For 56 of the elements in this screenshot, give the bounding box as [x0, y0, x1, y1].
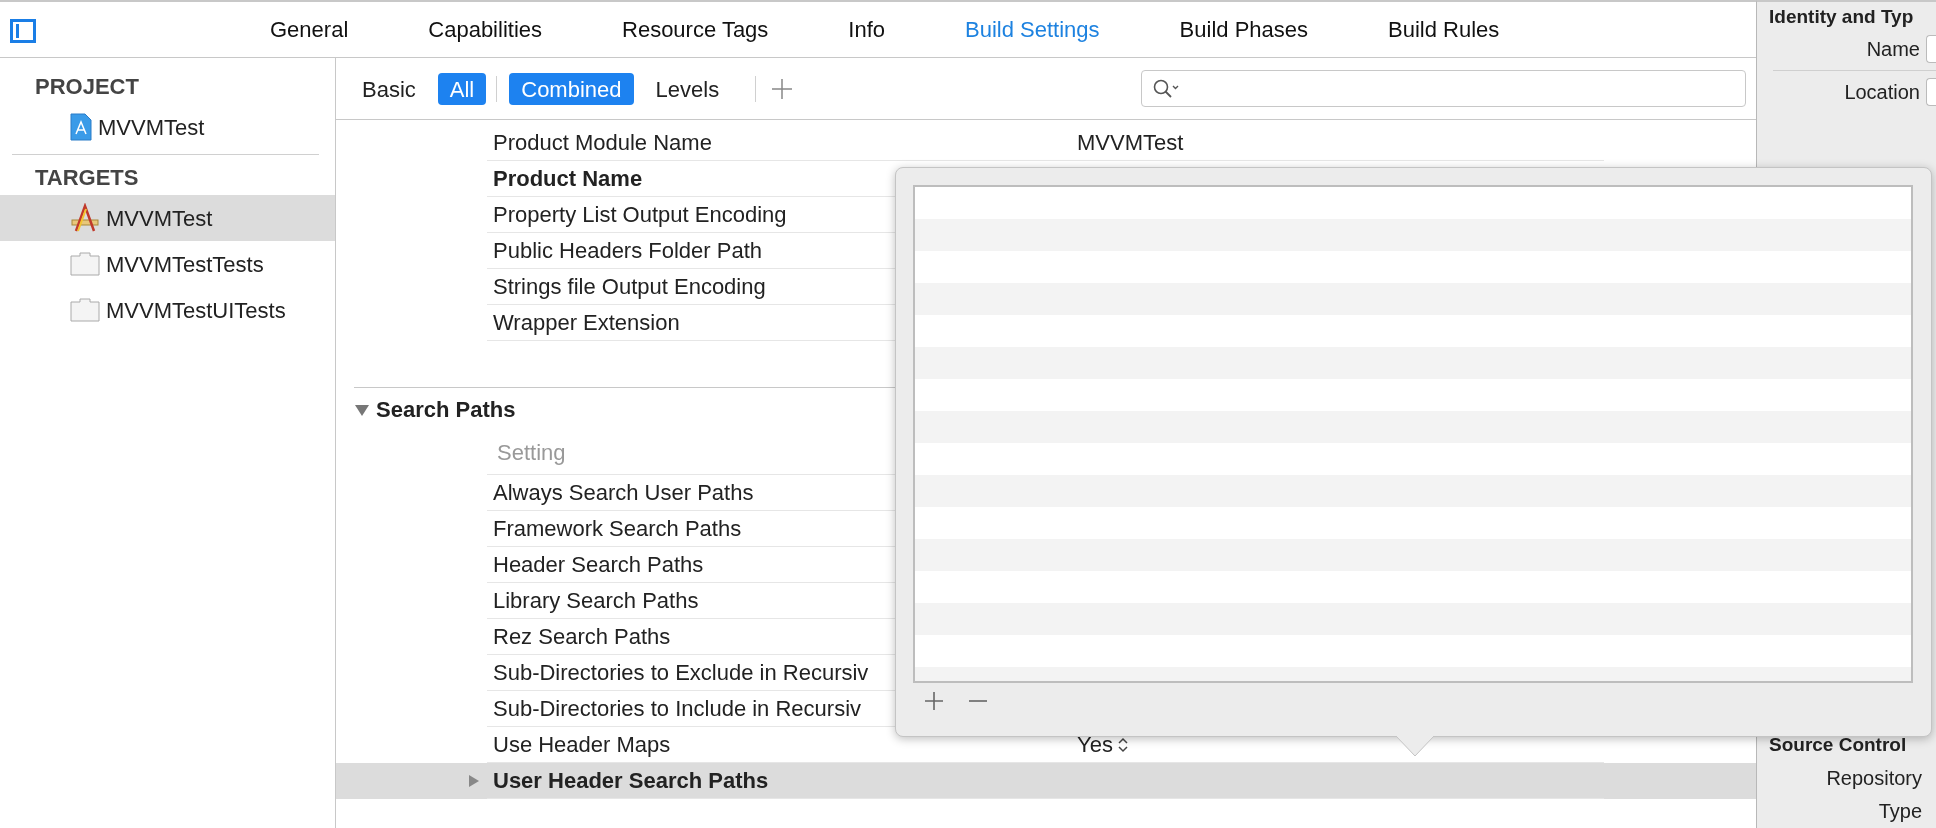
setting-name: Use Header Maps	[493, 731, 671, 759]
column-header: Setting	[497, 439, 566, 467]
tab[interactable]: Build Rules	[1388, 13, 1500, 46]
setting-name: User Header Search Paths	[493, 767, 769, 795]
setting-name: Framework Search Paths	[493, 515, 742, 543]
filter-button[interactable]: All	[437, 72, 487, 105]
section-title: Search Paths	[376, 396, 516, 424]
navigator-item[interactable]: MVVMTestUITests	[0, 287, 335, 333]
setting-name: Always Search User Paths	[493, 479, 754, 507]
tab[interactable]: Capabilities	[428, 13, 542, 46]
navigator-item[interactable]: MVVMTest	[0, 104, 335, 150]
navigator-item[interactable]: MVVMTest	[0, 195, 335, 241]
setting-name: Product Name	[493, 165, 643, 193]
section-header: PROJECT	[34, 72, 140, 101]
inspector-section-title: Identity and Typ	[1768, 5, 1915, 29]
add-icon[interactable]	[923, 690, 945, 712]
disclosure-triangle-icon[interactable]	[467, 774, 481, 788]
setting-name: Header Search Paths	[493, 551, 704, 579]
bundle-icon	[70, 252, 100, 276]
sidebar-toggle-icon[interactable]	[10, 19, 36, 43]
setting-name: Product Module Name	[493, 129, 712, 157]
setting-name: Rez Search Paths	[493, 623, 671, 651]
filter-button[interactable]: Combined	[509, 72, 634, 105]
field-label: Repository	[1826, 765, 1922, 791]
tab[interactable]: Build Settings	[965, 13, 1100, 46]
field-label: Location	[1844, 79, 1920, 105]
field-label: Name	[1866, 37, 1920, 63]
stepper-icon	[1116, 736, 1129, 753]
disclosure-triangle-icon[interactable]	[354, 402, 370, 417]
tab[interactable]: General	[270, 13, 349, 46]
setting-name: Wrapper Extension	[493, 309, 680, 337]
setting-name: Strings file Output Encoding	[493, 273, 766, 301]
bundle-icon	[70, 298, 100, 322]
setting-row[interactable]: User Header Search Paths	[336, 763, 1756, 799]
field-label: Type	[1878, 799, 1922, 825]
tab[interactable]: Info	[848, 13, 886, 46]
tab[interactable]: Build Phases	[1179, 13, 1308, 46]
tab[interactable]: Resource Tags	[622, 13, 769, 46]
text-field[interactable]	[1926, 77, 1936, 106]
navigator-item[interactable]: MVVMTestTests	[0, 241, 335, 287]
setting-name: Sub-Directories to Exclude in Recursiv	[493, 659, 869, 687]
setting-name: Library Search Paths	[493, 587, 699, 615]
text-field[interactable]	[1926, 35, 1936, 64]
filter-button[interactable]: Levels	[643, 72, 732, 105]
section-header: TARGETS	[34, 163, 140, 192]
add-icon[interactable]	[770, 76, 795, 101]
setting-name: Sub-Directories to Include in Recursiv	[493, 695, 862, 723]
setting-value[interactable]: Yes	[1077, 728, 1129, 761]
document-icon	[70, 113, 92, 141]
inspector-section-title: Source Control	[1768, 733, 1908, 758]
compass-ruler-icon	[70, 203, 100, 233]
setting-name: Public Headers Folder Path	[493, 237, 763, 265]
filter-button[interactable]: Basic	[350, 72, 428, 105]
search-field[interactable]	[1141, 70, 1746, 107]
setting-name: Property List Output Encoding	[493, 201, 787, 229]
setting-value: MVVMTest	[1077, 129, 1184, 157]
